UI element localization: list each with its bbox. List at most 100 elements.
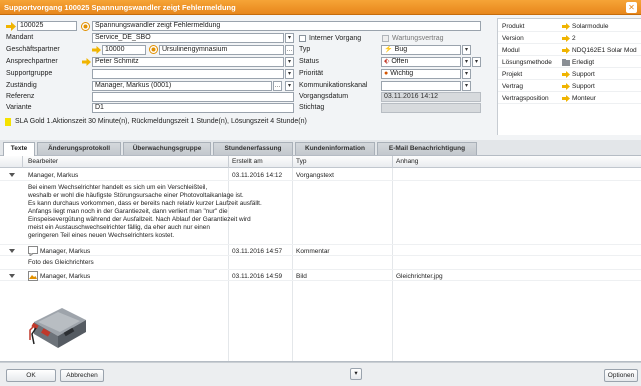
table-row[interactable]: Manager, Markus 03.11.2016 14:12 Vorgang… xyxy=(0,169,641,181)
referenz-label: Referenz xyxy=(6,93,35,100)
property-key: Modul xyxy=(502,47,520,54)
zustaendig-field[interactable]: Manager, Markus (0001) xyxy=(92,81,272,91)
property-value: 2 xyxy=(572,35,576,42)
tab-ueberwachungsgruppe[interactable]: Überwachungsgruppe xyxy=(123,142,211,155)
ok-button[interactable]: OK xyxy=(6,369,56,382)
variante-label: Variante xyxy=(6,104,32,111)
mandant-dropdown-button[interactable]: ▾ xyxy=(285,33,294,43)
inverter-photo xyxy=(28,286,90,358)
partner-icon xyxy=(149,45,158,54)
geschaeftspartner-lookup-button[interactable]: … xyxy=(285,45,294,55)
collapse-arrow-icon[interactable] xyxy=(9,173,15,177)
options-button[interactable]: Optionen xyxy=(604,369,638,382)
prioritaet-dropdown-button[interactable]: ▾ xyxy=(462,69,471,79)
tab-stundenerfassung[interactable]: Stundenerfassung xyxy=(213,142,293,155)
status-extra-button[interactable]: ▾ xyxy=(472,57,481,67)
property-value: Monteur xyxy=(572,95,596,102)
geschaeftspartner-label: Geschäftspartner xyxy=(6,46,60,53)
collapse-arrow-icon[interactable] xyxy=(9,274,15,278)
property-row-version[interactable]: Version 2 xyxy=(498,33,641,44)
supportgruppe-dropdown-button[interactable]: ▾ xyxy=(285,69,294,79)
property-row-vertragsposition[interactable]: Vertragsposition Monteur xyxy=(498,93,641,104)
stichtag-label: Stichtag xyxy=(299,104,325,111)
tab-email-benachrichtigung[interactable]: E-Mail Benachrichtigung xyxy=(377,142,477,155)
wartungsvertrag-checkbox[interactable] xyxy=(382,35,389,42)
property-row-modul[interactable]: Modul NDQ162E1 Solar Mod xyxy=(498,45,641,56)
tab-bar: Texte Änderungsprotokoll Überwachungsgru… xyxy=(0,140,641,156)
variante-field[interactable]: D1 xyxy=(92,103,294,113)
subject-icon xyxy=(81,22,90,31)
zustaendig-lookup-button[interactable]: … xyxy=(273,81,282,91)
status-field[interactable]: ⬖ Offen xyxy=(381,57,461,67)
bug-icon: ⚡ xyxy=(384,46,393,53)
table-row[interactable]: Manager, Markus 03.11.2016 14:59 Bild Gl… xyxy=(0,269,641,281)
sla-text: SLA Gold 1.Aktionszeit 30 Minute(n), Rüc… xyxy=(15,118,307,125)
table-row[interactable]: Manager, Markus 03.11.2016 14:57 Komment… xyxy=(0,244,641,256)
property-key: Vertragsposition xyxy=(502,95,549,102)
collapse-arrow-icon[interactable] xyxy=(9,249,15,253)
property-row-vertrag[interactable]: Vertrag Support xyxy=(498,81,641,92)
supportgruppe-field[interactable] xyxy=(92,69,284,79)
vorgang-id-field[interactable]: 100025 xyxy=(17,21,77,31)
arrow-right-icon xyxy=(82,58,91,66)
typ-field[interactable]: ⚡ Bug xyxy=(381,45,461,55)
cell-erstellt: 03.11.2016 14:12 xyxy=(232,172,283,179)
vorgangsdatum-field: 03.11.2016 14:12 xyxy=(381,92,481,102)
window-title-bar: Supportvorgang 100025 Spannungswandler z… xyxy=(0,0,641,15)
arrow-right-icon xyxy=(562,95,570,102)
property-value: Erledigt xyxy=(572,59,595,66)
arrow-right-icon xyxy=(562,23,570,30)
typ-label: Typ xyxy=(299,46,311,53)
referenz-field[interactable] xyxy=(92,92,294,102)
zustaendig-label: Zuständig xyxy=(6,82,37,89)
cell-anhang[interactable]: Gleichrichter.jpg xyxy=(396,273,443,280)
mandant-field[interactable]: Service_DE_SBO xyxy=(92,33,284,43)
geschaeftspartner-id-field[interactable]: 10000 xyxy=(102,45,146,55)
ansprechpartner-field[interactable]: Peter Schmitz xyxy=(92,57,284,67)
ansprechpartner-label: Ansprechpartner xyxy=(6,58,58,65)
interner-vorgang-checkbox[interactable] xyxy=(299,35,306,42)
arrow-right-icon xyxy=(562,71,570,78)
prioritaet-field[interactable]: ● Wichtig xyxy=(381,69,461,79)
kommunikationskanal-field[interactable] xyxy=(381,81,461,91)
interner-vorgang-label: Interner Vorgang xyxy=(309,35,362,42)
column-header-erstellt[interactable]: Erstellt am xyxy=(232,158,263,165)
property-row-loesungsmethode[interactable]: Lösungsmethode Erledigt xyxy=(498,57,641,68)
property-key: Vertrag xyxy=(502,83,523,90)
status-dropdown-button[interactable]: ▾ xyxy=(462,57,471,67)
typ-dropdown-button[interactable]: ▾ xyxy=(462,45,471,55)
zustaendig-dropdown-button[interactable]: ▾ xyxy=(285,81,294,91)
subject-field[interactable]: Spannungswandler zeigt Fehlermeldung xyxy=(92,21,481,31)
row-body-text: Foto des Gleichrichters xyxy=(28,259,94,266)
kommunikationskanal-dropdown-button[interactable]: ▾ xyxy=(462,81,471,91)
property-value: NDQ162E1 Solar Mod xyxy=(572,47,637,54)
wartungsvertrag-label: Wartungsvertrag xyxy=(392,35,444,42)
cell-bearbeiter: Manager, Markus xyxy=(40,248,91,255)
tab-aenderungsprotokoll[interactable]: Änderungsprotokoll xyxy=(37,142,121,155)
cell-bearbeiter: Manager, Markus xyxy=(28,172,79,179)
geschaeftspartner-name-field[interactable]: Ursulinengymnasium xyxy=(159,45,284,55)
property-row-produkt[interactable]: Produkt Solarmodule xyxy=(498,21,641,32)
button-bar: OK Abbrechen ▾ Optionen xyxy=(0,362,641,386)
vorgangsdatum-label: Vorgangsdatum xyxy=(299,93,349,100)
cell-bearbeiter: Manager, Markus xyxy=(40,273,91,280)
cancel-button[interactable]: Abbrechen xyxy=(60,369,104,382)
tab-kundeninformation[interactable]: Kundeninformation xyxy=(295,142,375,155)
column-header-bearbeiter[interactable]: Bearbeiter xyxy=(28,158,58,165)
ansprechpartner-dropdown-button[interactable]: ▾ xyxy=(285,57,294,67)
property-value: Support xyxy=(572,83,595,90)
arrow-right-icon xyxy=(562,47,570,54)
mandant-label: Mandant xyxy=(6,34,34,41)
row-body-text: Bei einem Wechselrichter handelt es sich… xyxy=(28,184,262,239)
expand-down-icon[interactable]: ▾ xyxy=(350,368,362,380)
property-row-projekt[interactable]: Projekt Support xyxy=(498,69,641,80)
arrow-right-icon xyxy=(92,46,101,54)
cell-erstellt: 03.11.2016 14:57 xyxy=(232,248,283,255)
column-header-anhang[interactable]: Anhang xyxy=(396,158,418,165)
tab-texte[interactable]: Texte xyxy=(3,142,35,156)
text-grid: Bearbeiter Erstellt am Typ Anhang Manage… xyxy=(0,156,641,362)
column-header-typ[interactable]: Typ xyxy=(296,158,306,165)
close-icon[interactable]: ✕ xyxy=(626,2,637,13)
supportgruppe-label: Supportgruppe xyxy=(6,70,53,77)
stichtag-field[interactable] xyxy=(381,103,481,113)
